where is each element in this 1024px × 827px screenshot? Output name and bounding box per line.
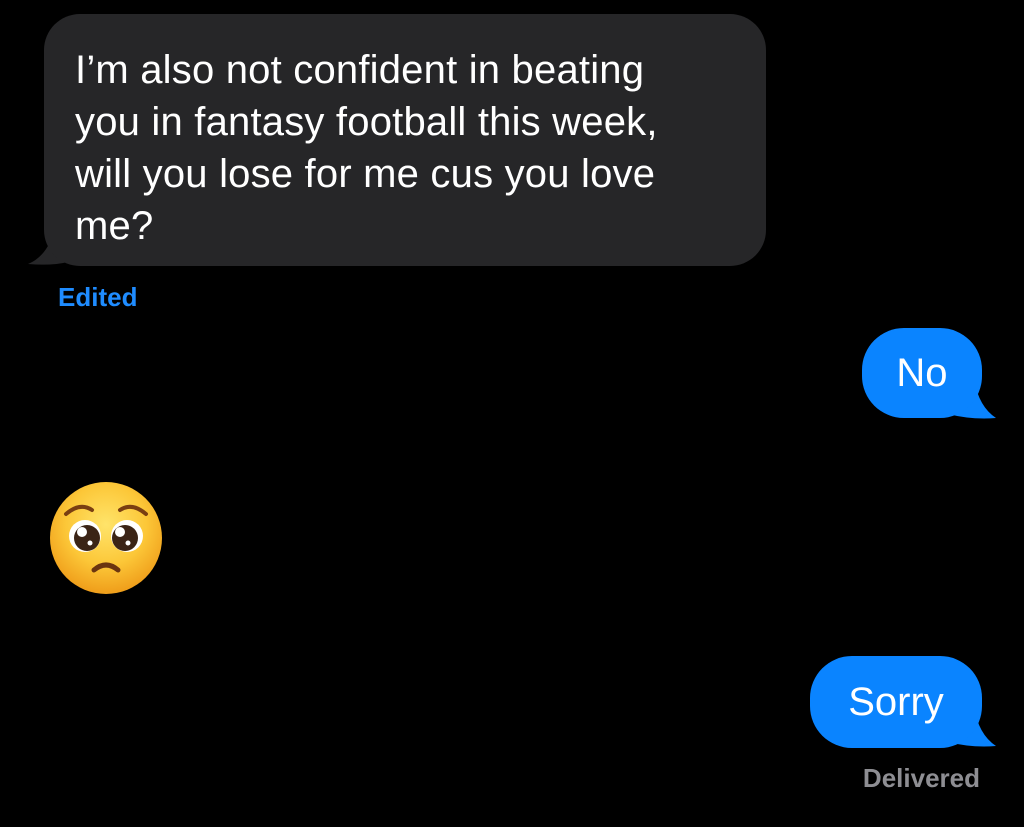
edited-label[interactable]: Edited bbox=[58, 282, 137, 312]
pleading-face-emoji-icon[interactable] bbox=[48, 480, 164, 596]
outgoing-message-no[interactable]: No bbox=[862, 328, 982, 418]
outgoing-message-sorry[interactable]: Sorry bbox=[810, 656, 982, 748]
delivery-status: Delivered bbox=[862, 763, 980, 793]
incoming-message-bubble[interactable]: I’m also not confident in beating you in… bbox=[44, 14, 766, 266]
